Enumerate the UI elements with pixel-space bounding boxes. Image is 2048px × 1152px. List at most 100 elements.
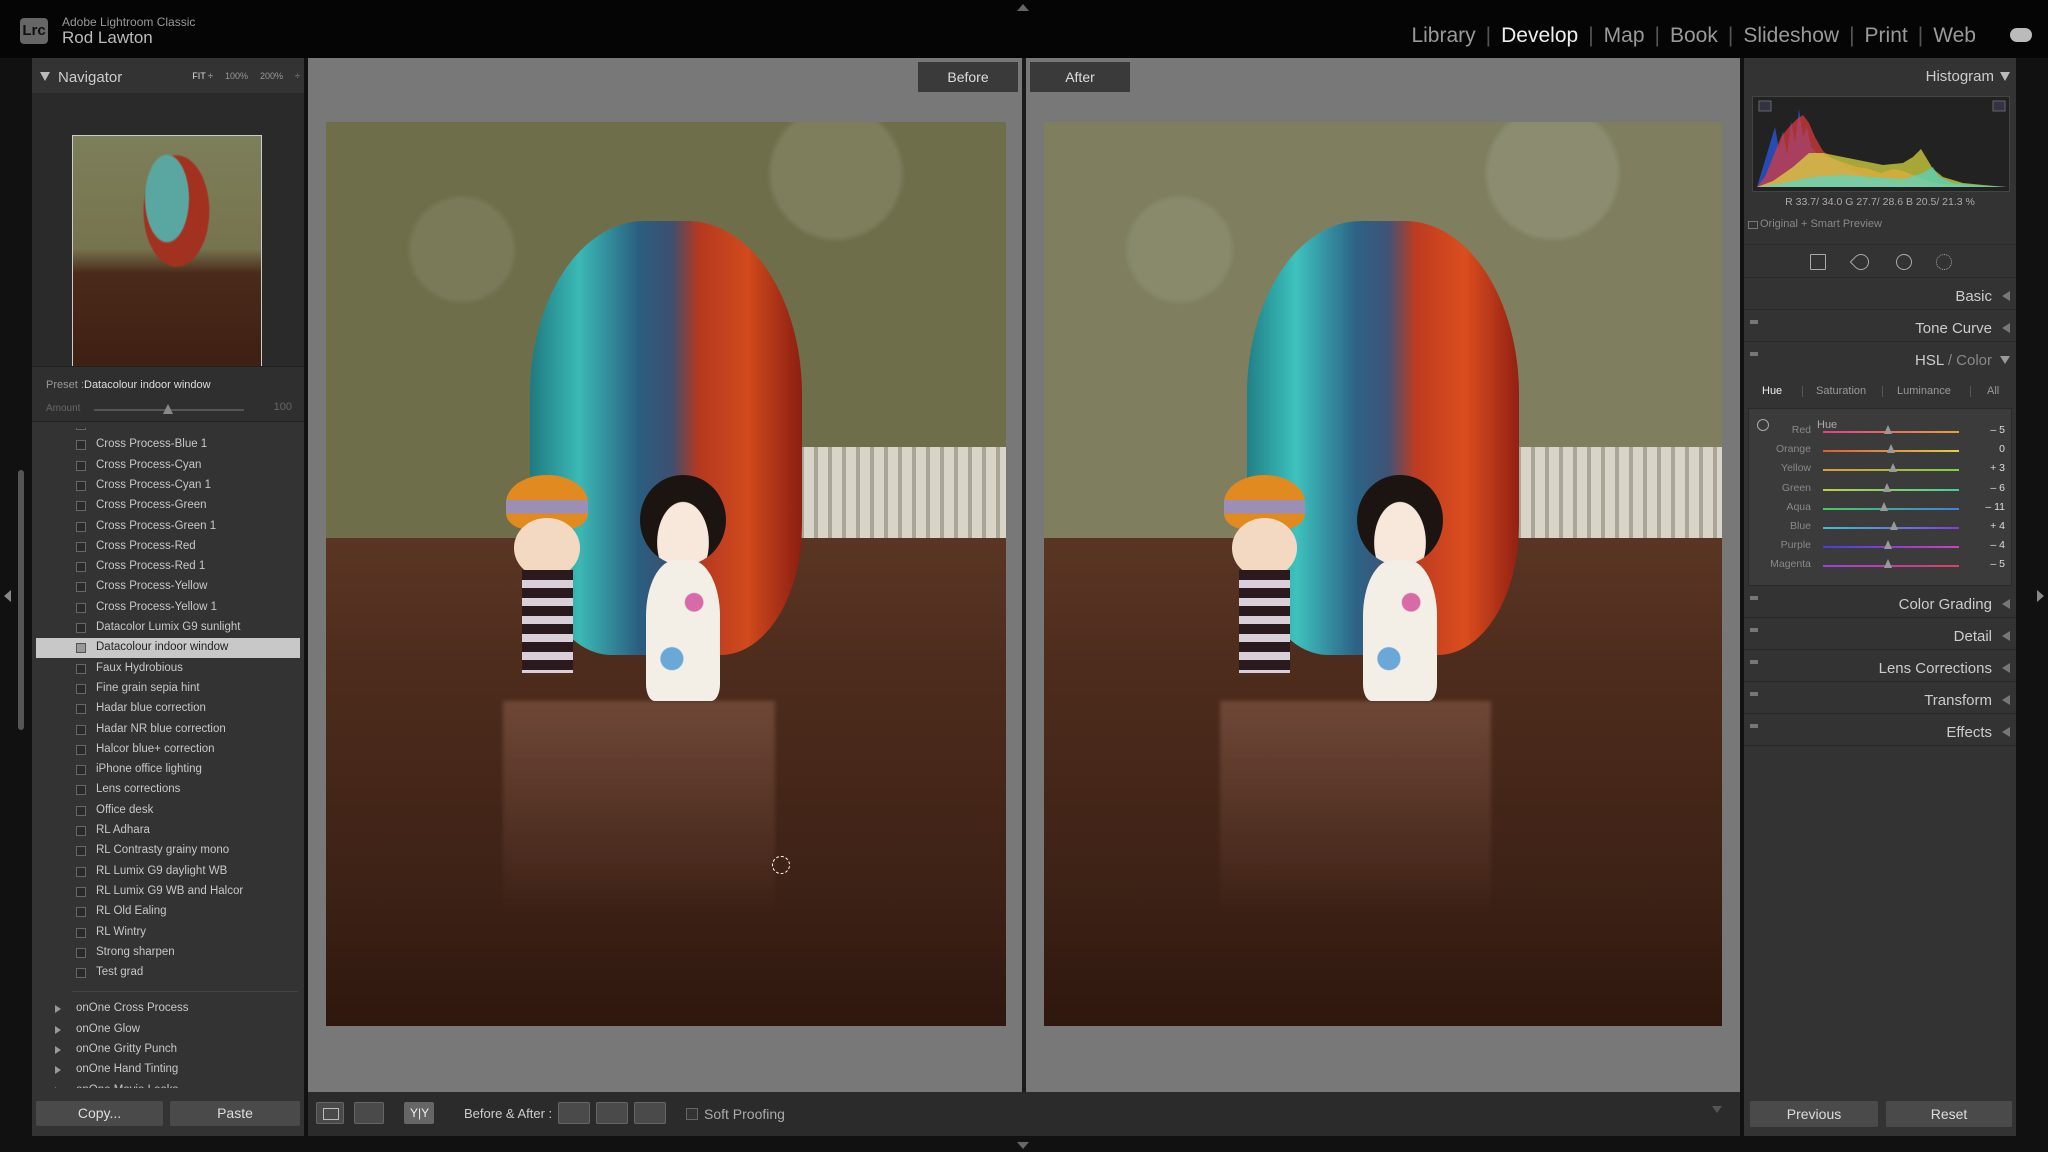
section-transform[interactable]: Transform bbox=[1744, 684, 2016, 714]
hsl-tab-label[interactable]: HSL bbox=[1915, 352, 1944, 369]
collapse-triangle-icon[interactable] bbox=[40, 72, 50, 81]
soft-proofing-checkbox[interactable] bbox=[686, 1108, 698, 1120]
panel-switch-icon[interactable] bbox=[1750, 660, 1758, 664]
panel-switch-icon[interactable] bbox=[1750, 692, 1758, 696]
slider-thumb[interactable] bbox=[1882, 482, 1891, 492]
preset-item[interactable]: Cross Process-Cyan bbox=[36, 456, 300, 476]
highlight-clipping-icon[interactable] bbox=[1992, 100, 2006, 112]
preset-item[interactable]: Cross Process-Blue 1 bbox=[36, 435, 300, 455]
slider-value[interactable]: – 4 bbox=[1990, 539, 2005, 551]
zoom-100[interactable]: 100% bbox=[225, 71, 248, 81]
histogram-header[interactable]: Histogram bbox=[1744, 58, 2016, 94]
preset-group[interactable]: onOne Glow bbox=[36, 1020, 300, 1040]
preset-item[interactable]: RL Adhara bbox=[36, 821, 300, 841]
zoom-fit[interactable]: FIT ÷ bbox=[192, 71, 213, 81]
preset-item[interactable]: Halcor blue+ correction bbox=[36, 740, 300, 760]
expand-triangle-icon[interactable] bbox=[55, 1046, 61, 1054]
expand-triangle-icon[interactable] bbox=[55, 1005, 61, 1014]
preset-item[interactable]: iPhone office lighting bbox=[36, 760, 300, 780]
copy-before-to-after-button[interactable] bbox=[558, 1102, 590, 1124]
crop-tool-icon[interactable] bbox=[1810, 254, 1826, 270]
swap-before-after-button[interactable] bbox=[634, 1102, 666, 1124]
preset-item[interactable]: RL Old Ealing bbox=[36, 902, 300, 922]
collapse-triangle-icon[interactable] bbox=[2000, 356, 2010, 364]
slider-value[interactable]: + 4 bbox=[1990, 520, 2005, 532]
module-slideshow[interactable]: Slideshow bbox=[1733, 24, 1849, 48]
preset-item[interactable]: Cross Process-Cyan 1 bbox=[36, 476, 300, 496]
histogram-graph[interactable] bbox=[1752, 96, 2010, 192]
preset-item[interactable]: Cross Process-Green 1 bbox=[36, 517, 300, 537]
preset-group[interactable]: onOne Gritty Punch bbox=[36, 1040, 300, 1060]
navigator-header[interactable]: Navigator FIT ÷ 100% 200% ÷ bbox=[32, 58, 304, 94]
slider-thumb[interactable] bbox=[1883, 425, 1892, 434]
preset-item[interactable]: Strong sharpen bbox=[36, 943, 300, 963]
preset-item[interactable]: Hadar NR blue correction bbox=[36, 720, 300, 740]
panel-switch-icon[interactable] bbox=[1750, 352, 1758, 356]
cloud-sync-icon[interactable] bbox=[2010, 28, 2032, 42]
expand-triangle-icon[interactable] bbox=[2002, 599, 2010, 609]
toolbar-dropdown-icon[interactable] bbox=[1712, 1106, 1722, 1113]
filmstrip-toggle-icon[interactable] bbox=[1017, 1142, 1029, 1149]
reset-button[interactable]: Reset bbox=[1886, 1101, 2012, 1127]
paste-button[interactable]: Paste bbox=[170, 1101, 300, 1126]
slider-value[interactable]: 0 bbox=[1999, 443, 2005, 455]
expand-triangle-icon[interactable] bbox=[2002, 291, 2010, 301]
module-web[interactable]: Web bbox=[1923, 24, 1986, 48]
left-panel-toggle-icon[interactable] bbox=[4, 590, 11, 602]
preset-item[interactable]: Faux Hydrobious bbox=[36, 659, 300, 679]
preset-item[interactable]: Cross Process-Red 1 bbox=[36, 557, 300, 577]
section-basic[interactable]: Basic bbox=[1744, 280, 2016, 310]
top-panel-toggle-icon[interactable] bbox=[1017, 4, 1029, 11]
preset-item[interactable]: Lens corrections bbox=[36, 780, 300, 800]
module-library[interactable]: Library bbox=[1401, 24, 1485, 48]
slider-track[interactable] bbox=[1823, 488, 1959, 491]
expand-triangle-icon[interactable] bbox=[2002, 695, 2010, 705]
preset-item[interactable]: Cross Process-Green bbox=[36, 496, 300, 516]
expand-triangle-icon[interactable] bbox=[2002, 663, 2010, 673]
slider-thumb[interactable] bbox=[1887, 444, 1895, 454]
amount-slider-thumb[interactable] bbox=[163, 404, 173, 414]
expand-triangle-icon[interactable] bbox=[2002, 631, 2010, 641]
preset-item[interactable]: Datacolor Lumix G9 sunlight bbox=[36, 618, 300, 638]
healing-tool-icon[interactable] bbox=[1849, 250, 1873, 274]
preset-item[interactable]: Fine grain sepia hint bbox=[36, 679, 300, 699]
slider-thumb[interactable] bbox=[1883, 559, 1892, 569]
preset-item[interactable]: Hadar blue correction bbox=[36, 699, 300, 719]
slider-thumb[interactable] bbox=[1884, 540, 1893, 550]
slider-value[interactable]: – 5 bbox=[1990, 558, 2005, 570]
slider-thumb[interactable] bbox=[1889, 463, 1898, 473]
slider-track[interactable] bbox=[1823, 507, 1959, 510]
preset-group[interactable]: onOne Cross Process bbox=[36, 999, 300, 1019]
expand-triangle-icon[interactable] bbox=[55, 1025, 61, 1034]
slider-thumb[interactable] bbox=[1879, 501, 1888, 511]
panel-switch-icon[interactable] bbox=[1750, 596, 1758, 600]
masking-tool-icon[interactable] bbox=[1936, 254, 1952, 270]
module-book[interactable]: Book bbox=[1660, 24, 1728, 48]
preset-item[interactable]: Cross Process-Yellow bbox=[36, 577, 300, 597]
tab-saturation[interactable]: Saturation bbox=[1816, 385, 1866, 397]
preset-item[interactable]: RL Lumix G9 daylight WB bbox=[36, 862, 300, 882]
zoom-200[interactable]: 200% bbox=[260, 71, 283, 81]
navigator-thumbnail[interactable] bbox=[72, 135, 262, 387]
copy-button[interactable]: Copy... bbox=[36, 1101, 163, 1126]
preset-group[interactable]: onOne Hand Tinting bbox=[36, 1060, 300, 1080]
preset-item[interactable]: RL Contrasty grainy mono bbox=[36, 841, 300, 861]
zoom-more[interactable]: ÷ bbox=[295, 71, 300, 81]
section-detail[interactable]: Detail bbox=[1744, 620, 2016, 650]
collapse-triangle-icon[interactable] bbox=[2000, 72, 2010, 81]
expand-triangle-icon[interactable] bbox=[2002, 727, 2010, 737]
preset-item[interactable]: Cross Process-Blue bbox=[36, 428, 300, 435]
copy-after-to-before-button[interactable] bbox=[596, 1102, 628, 1124]
red-eye-tool-icon[interactable] bbox=[1896, 254, 1912, 270]
panel-switch-icon[interactable] bbox=[1750, 724, 1758, 728]
reference-view-button[interactable] bbox=[354, 1102, 384, 1124]
panel-switch-icon[interactable] bbox=[1750, 320, 1758, 324]
section-color-grading[interactable]: Color Grading bbox=[1744, 588, 2016, 618]
preset-item[interactable]: Datacolour indoor window bbox=[36, 638, 300, 659]
section-lens-corrections[interactable]: Lens Corrections bbox=[1744, 652, 2016, 682]
preset-item[interactable]: RL Wintry bbox=[36, 923, 300, 943]
preset-item[interactable]: Cross Process-Red bbox=[36, 537, 300, 557]
preset-item[interactable]: Office desk bbox=[36, 801, 300, 821]
preset-item[interactable]: RL Lumix G9 WB and Halcor bbox=[36, 882, 300, 902]
tab-hue[interactable]: Hue bbox=[1762, 385, 1782, 397]
